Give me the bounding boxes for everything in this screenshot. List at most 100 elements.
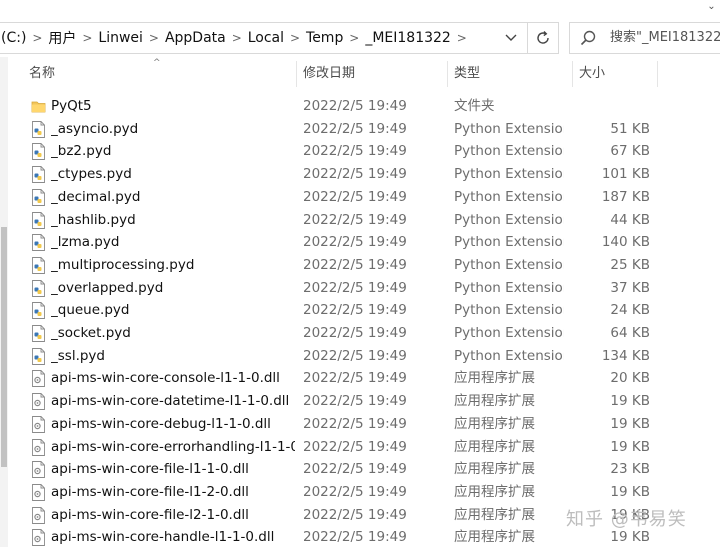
file-name: _ctypes.pyd bbox=[51, 166, 132, 183]
file-row[interactable]: _asyncio.pyd 2022/2/5 19:49 Python Extensi… bbox=[0, 118, 720, 141]
file-row[interactable]: _hashlib.pyd 2022/2/5 19:49 Python Extensi… bbox=[0, 209, 720, 232]
file-modified-date: 2022/2/5 19:49 bbox=[303, 347, 407, 364]
python-file-icon bbox=[31, 120, 46, 138]
file-row[interactable]: _socket.pyd 2022/2/5 19:49 Python Extensio… bbox=[0, 322, 720, 345]
file-size: 23 KB bbox=[610, 461, 650, 478]
file-name: _lzma.pyd bbox=[51, 234, 120, 251]
file-type: Python Extension Module bbox=[454, 279, 564, 296]
file-name: api-ms-win-core-handle-l1-1-0.dll bbox=[51, 529, 275, 546]
file-size: 67 KB bbox=[610, 143, 650, 160]
chevron-right-icon[interactable]: > bbox=[145, 31, 163, 45]
file-name: api-ms-win-core-console-l1-1-0.dll bbox=[51, 370, 280, 387]
column-header-type[interactable]: 类型 bbox=[454, 57, 480, 89]
chevron-right-icon[interactable]: > bbox=[228, 31, 246, 45]
file-modified-date: 2022/2/5 19:49 bbox=[303, 166, 407, 183]
chevron-right-icon[interactable]: > bbox=[345, 31, 363, 45]
file-size: 24 KB bbox=[610, 302, 650, 319]
file-row[interactable]: _lzma.pyd 2022/2/5 19:49 Python Extension … bbox=[0, 231, 720, 254]
address-bar[interactable]: (C:) > 用户 > Linwei > AppData > Local > T… bbox=[0, 22, 528, 54]
column-header-name[interactable]: 名称 bbox=[29, 57, 55, 89]
breadcrumb-mei[interactable]: _MEI181322 bbox=[363, 30, 453, 46]
file-modified-date: 2022/2/5 19:49 bbox=[303, 211, 407, 228]
breadcrumb-linwei[interactable]: Linwei bbox=[96, 30, 145, 46]
file-modified-date: 2022/2/5 19:49 bbox=[303, 370, 407, 387]
breadcrumb: (C:) > 用户 > Linwei > AppData > Local > T… bbox=[0, 23, 471, 53]
address-toolbar: ⌄ (C:) > 用户 > Linwei > AppData > Local >… bbox=[0, 0, 720, 57]
file-type: Python Extension Module bbox=[454, 120, 564, 137]
file-type: 应用程序扩展 bbox=[454, 370, 535, 387]
file-type: 应用程序扩展 bbox=[454, 529, 535, 546]
file-row[interactable]: _multiprocessing.pyd 2022/2/5 19:49 Python… bbox=[0, 254, 720, 277]
column-divider[interactable] bbox=[296, 61, 297, 87]
file-size: 25 KB bbox=[610, 256, 650, 273]
file-type: 应用程序扩展 bbox=[454, 438, 535, 455]
chevron-right-icon[interactable]: > bbox=[453, 31, 471, 45]
file-modified-date: 2022/2/5 19:49 bbox=[303, 279, 407, 296]
file-row[interactable]: api-ms-win-core-console-l1-1-0.dll 2022/2… bbox=[0, 367, 720, 390]
column-header-date[interactable]: 修改日期 bbox=[303, 57, 355, 89]
file-name: _asyncio.pyd bbox=[51, 120, 139, 137]
breadcrumb-temp[interactable]: Temp bbox=[304, 30, 345, 46]
file-size: 140 KB bbox=[601, 234, 650, 251]
chevron-right-icon[interactable]: > bbox=[78, 31, 96, 45]
file-row[interactable]: PyQt5 2022/2/5 19:49 文件夹 bbox=[0, 95, 720, 118]
file-type: Python Extension Module bbox=[454, 325, 564, 341]
dll-file-icon bbox=[31, 461, 46, 479]
file-row[interactable]: api-ms-win-core-datetime-l1-1-0.dll 2022/… bbox=[0, 390, 720, 413]
file-modified-date: 2022/2/5 19:49 bbox=[303, 188, 407, 205]
refresh-button[interactable] bbox=[527, 22, 559, 54]
breadcrumb-local[interactable]: Local bbox=[246, 30, 286, 46]
file-name: PyQt5 bbox=[51, 98, 92, 114]
breadcrumb-drive[interactable]: (C:) bbox=[0, 30, 28, 46]
file-size: 19 KB bbox=[610, 415, 650, 432]
file-type: Python Extension Module bbox=[454, 188, 564, 205]
file-modified-date: 2022/2/5 19:49 bbox=[303, 325, 407, 341]
refresh-icon bbox=[537, 31, 549, 44]
search-placeholder: 搜索"_MEI181322" bbox=[610, 30, 720, 45]
python-file-icon bbox=[31, 325, 46, 342]
chevron-down-icon[interactable]: ⌄ bbox=[703, 0, 720, 14]
file-row[interactable]: _queue.pyd 2022/2/5 19:49 Python Extension… bbox=[0, 299, 720, 322]
file-size: 51 KB bbox=[610, 120, 650, 137]
address-history-dropdown[interactable] bbox=[496, 23, 526, 53]
file-row[interactable]: api-ms-win-core-file-l1-1-0.dll 2022/2/5 … bbox=[0, 458, 720, 481]
search-icon bbox=[580, 30, 596, 46]
breadcrumb-users[interactable]: 用户 bbox=[46, 28, 78, 48]
python-file-icon bbox=[31, 188, 46, 206]
file-modified-date: 2022/2/5 19:49 bbox=[303, 506, 407, 523]
file-name: _multiprocessing.pyd bbox=[51, 256, 195, 273]
file-size: 19 KB bbox=[610, 393, 650, 410]
breadcrumb-appdata[interactable]: AppData bbox=[163, 30, 228, 46]
file-name: api-ms-win-core-datetime-l1-1-0.dll bbox=[51, 393, 290, 410]
file-type: Python Extension Module bbox=[454, 234, 564, 251]
chevron-right-icon[interactable]: > bbox=[28, 31, 46, 45]
column-divider[interactable] bbox=[447, 61, 448, 87]
file-row[interactable]: _decimal.pyd 2022/2/5 19:49 Python Extensi… bbox=[0, 186, 720, 209]
column-header-size[interactable]: 大小 bbox=[579, 57, 605, 89]
search-input[interactable]: 搜索"_MEI181322" bbox=[569, 22, 720, 54]
file-name: _queue.pyd bbox=[51, 302, 130, 319]
file-type: Python Extension Module bbox=[454, 143, 564, 160]
file-row[interactable]: api-ms-win-core-errorhandling-l1-1-0.dll… bbox=[0, 436, 720, 459]
file-row[interactable]: _ssl.pyd 2022/2/5 19:49 Python Extension M… bbox=[0, 345, 720, 368]
chevron-right-icon[interactable]: > bbox=[286, 31, 304, 45]
file-row[interactable]: _ctypes.pyd 2022/2/5 19:49 Python Extensio… bbox=[0, 163, 720, 186]
sort-ascending-icon: ^ bbox=[153, 58, 161, 68]
file-size: 64 KB bbox=[610, 325, 650, 341]
watermark: 知乎 @韦易笑 bbox=[566, 509, 687, 530]
file-modified-date: 2022/2/5 19:49 bbox=[303, 483, 407, 500]
column-divider[interactable] bbox=[572, 61, 573, 87]
file-size: 134 KB bbox=[601, 347, 650, 364]
column-divider[interactable] bbox=[657, 61, 658, 87]
file-name: api-ms-win-core-errorhandling-l1-1-0.dll bbox=[51, 438, 295, 455]
file-size: 187 KB bbox=[601, 188, 650, 205]
python-file-icon bbox=[31, 211, 46, 229]
file-row[interactable]: api-ms-win-core-file-l1-2-0.dll 2022/2/5 … bbox=[0, 481, 720, 504]
file-modified-date: 2022/2/5 19:49 bbox=[303, 529, 407, 546]
file-row[interactable]: api-ms-win-core-debug-l1-1-0.dll 2022/2/5… bbox=[0, 413, 720, 436]
file-type: Python Extension Module bbox=[454, 302, 564, 319]
file-row[interactable]: _bz2.pyd 2022/2/5 19:49 Python Extension M… bbox=[0, 140, 720, 163]
python-file-icon bbox=[31, 279, 46, 297]
dll-file-icon bbox=[31, 415, 46, 433]
file-row[interactable]: _overlapped.pyd 2022/2/5 19:49 Python Exte… bbox=[0, 277, 720, 300]
